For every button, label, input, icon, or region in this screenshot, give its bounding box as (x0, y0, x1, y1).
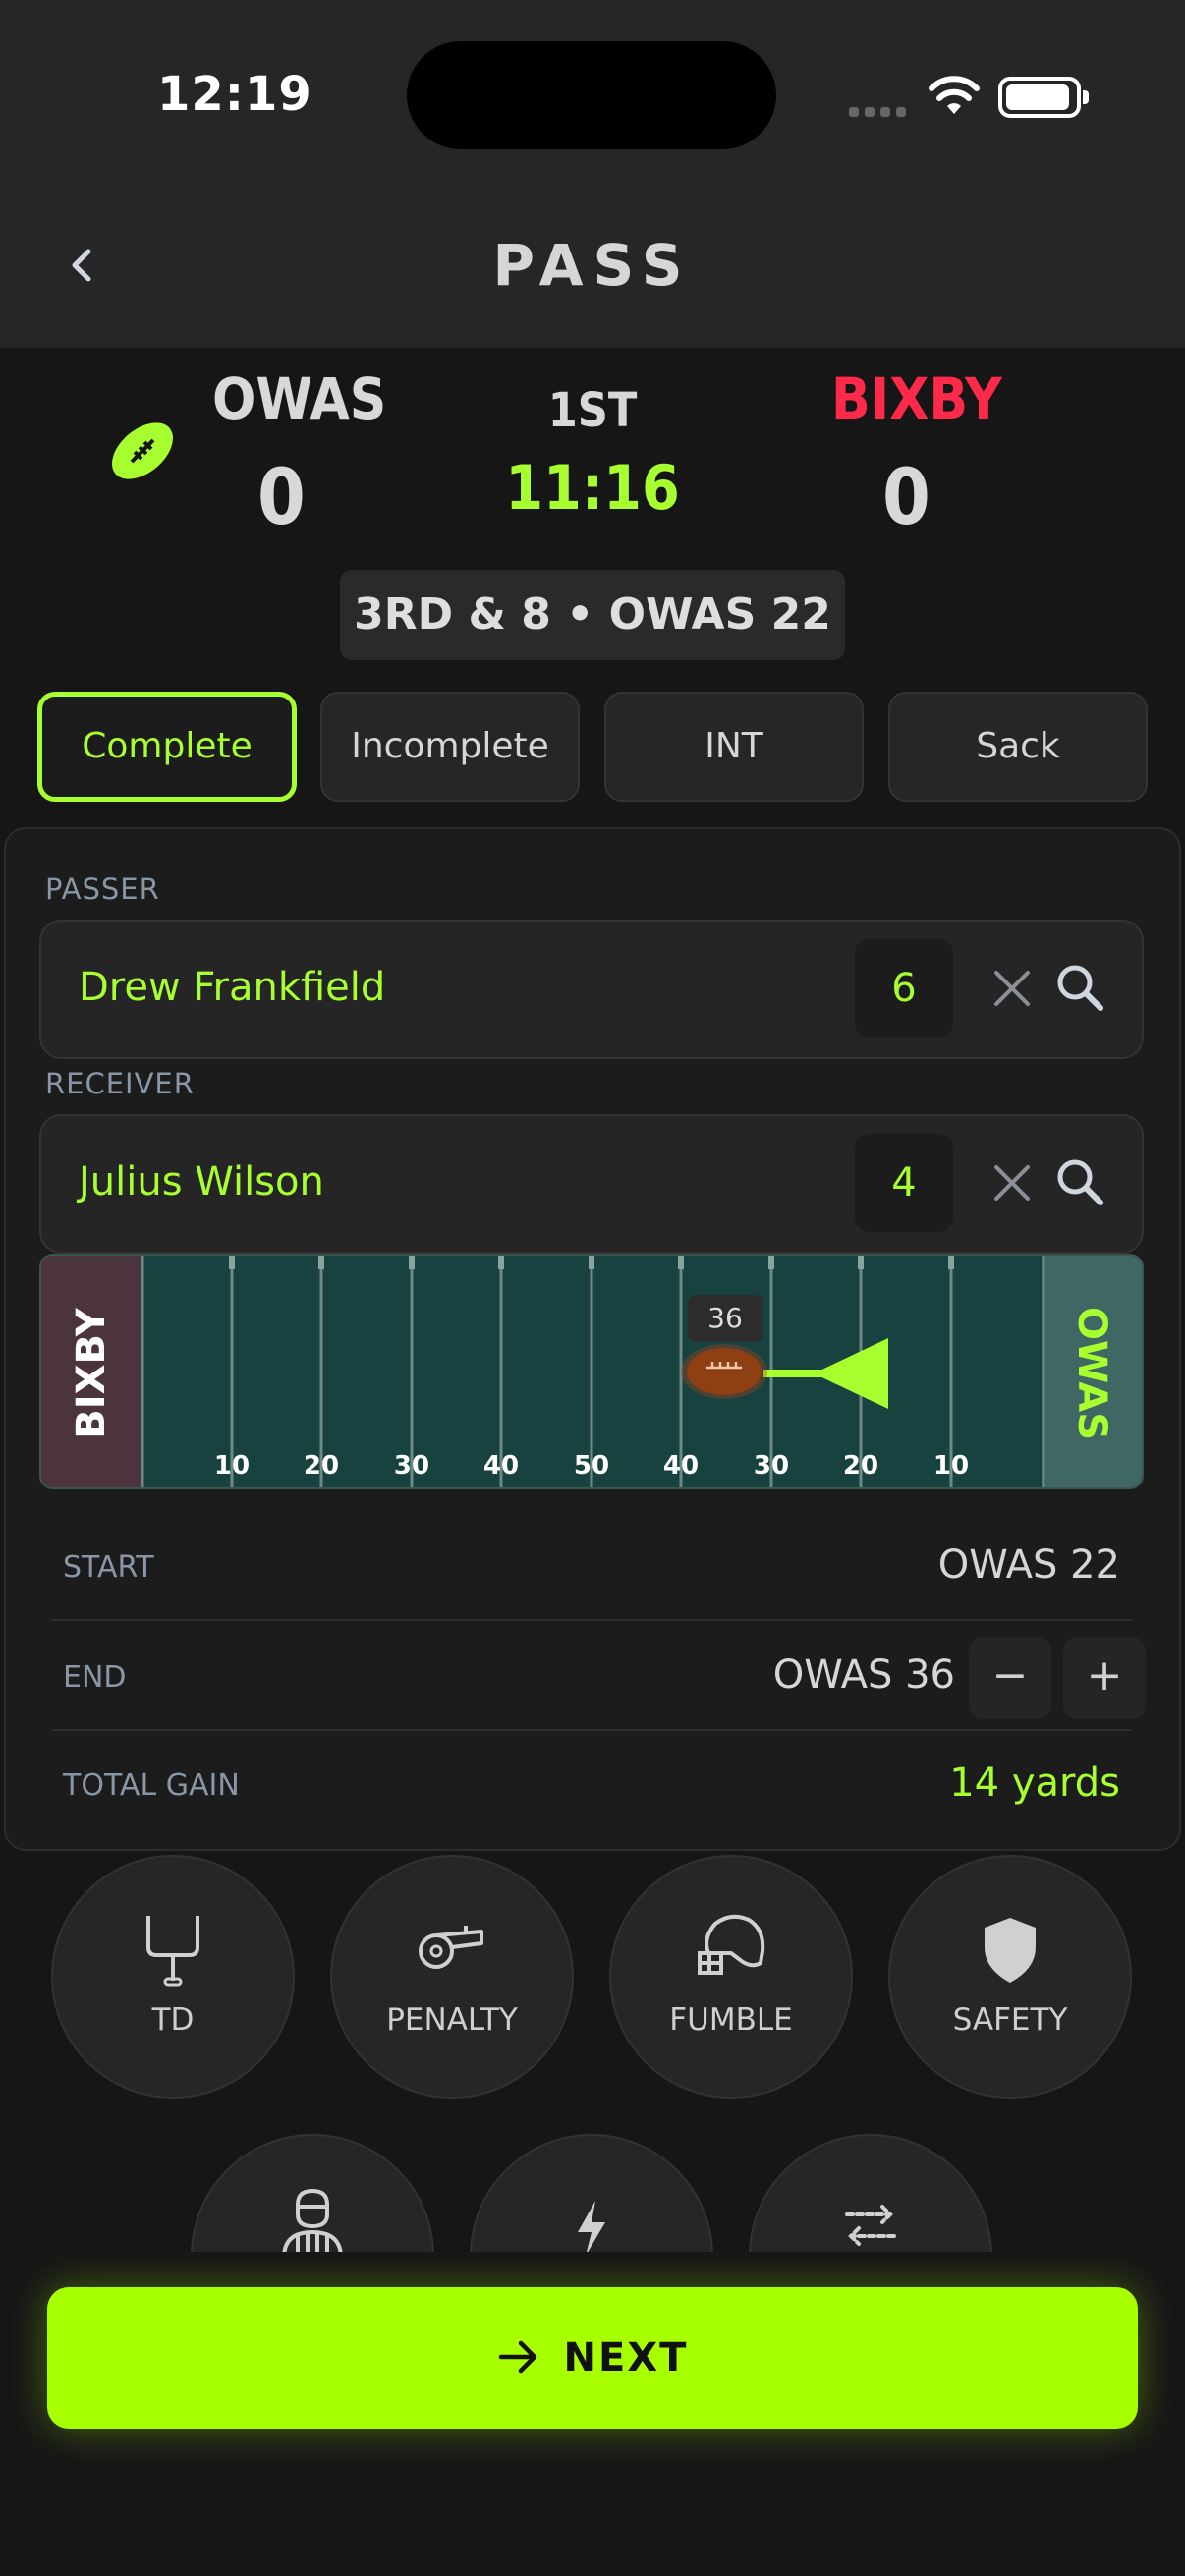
end-value: OWAS 36 (772, 1652, 955, 1698)
passer-number: 6 (855, 939, 953, 1037)
total-gain-label: TOTAL GAIN (63, 1768, 240, 1803)
whistle-icon (419, 1926, 483, 1969)
end-label: END (63, 1660, 127, 1695)
yard-label: 40 (483, 1451, 519, 1481)
ball-yard-marker: 36 (688, 1295, 762, 1342)
page-title: PASS (492, 232, 693, 299)
yard-label: 10 (214, 1451, 250, 1481)
wifi-icon (929, 76, 980, 114)
referee-icon (282, 2188, 343, 2258)
helmet-icon (698, 1914, 765, 1975)
game-clock: 11:16 (505, 452, 680, 524)
safety-button[interactable]: SAFETY (888, 1855, 1132, 2099)
yard-label: 20 (843, 1451, 878, 1481)
start-value: OWAS 22 (937, 1542, 1120, 1588)
divider (51, 1729, 1132, 1731)
swap-icon (845, 2205, 896, 2246)
yard-label: 10 (933, 1451, 969, 1481)
clear-passer-icon[interactable] (983, 959, 1042, 1018)
receiver-name: Julius Wilson (79, 1159, 324, 1204)
signal-icon (849, 102, 912, 121)
passer-field[interactable]: Drew Frankfield 6 (39, 920, 1144, 1059)
receiver-label: RECEIVER (45, 1067, 195, 1100)
away-team-name: BIXBY (831, 365, 1002, 432)
battery-icon (998, 77, 1089, 118)
yard-label: 50 (574, 1451, 609, 1481)
next-label: NEXT (563, 2335, 689, 2380)
next-button[interactable]: NEXT (47, 2287, 1138, 2429)
ball-position-icon (687, 1348, 762, 1395)
search-receiver-icon[interactable] (1049, 1151, 1112, 1214)
receiver-number: 4 (855, 1134, 953, 1232)
yard-field-slider[interactable]: BIXBY OWAS 10 20 30 40 50 40 30 20 10 36 (39, 1254, 1144, 1489)
tab-sack[interactable]: Sack (888, 692, 1148, 802)
fumble-label: FUMBLE (669, 2002, 793, 2038)
fumble-button[interactable]: FUMBLE (609, 1855, 853, 2099)
shield-icon (985, 1918, 1036, 1983)
tab-complete[interactable]: Complete (37, 692, 297, 802)
passer-name: Drew Frankfield (79, 965, 386, 1010)
away-team-score: 0 (882, 454, 931, 542)
penalty-label: PENALTY (386, 2002, 518, 2038)
lightning-icon (578, 2201, 605, 2256)
yard-label: 30 (754, 1451, 789, 1481)
start-marker-icon (814, 1338, 888, 1409)
penalty-button[interactable]: PENALTY (330, 1855, 574, 2099)
dynamic-island (407, 41, 776, 149)
td-button[interactable]: TD (51, 1855, 295, 2099)
td-label: TD (151, 2002, 195, 2038)
total-gain-value: 14 yards (949, 1761, 1120, 1806)
receiver-field[interactable]: Julius Wilson 4 (39, 1114, 1144, 1254)
goalpost-icon (146, 1916, 199, 1987)
decrement-button[interactable]: − (969, 1637, 1051, 1719)
start-label: START (63, 1550, 154, 1585)
increment-button[interactable]: + (1063, 1637, 1146, 1719)
yard-label: 30 (394, 1451, 429, 1481)
safety-label: SAFETY (952, 2002, 1068, 2038)
arrow-right-icon (498, 2340, 536, 2374)
yard-label: 40 (663, 1451, 699, 1481)
tab-int[interactable]: INT (604, 692, 864, 802)
search-passer-icon[interactable] (1049, 957, 1112, 1020)
game-period: 1ST (547, 383, 638, 438)
clear-receiver-icon[interactable] (983, 1153, 1042, 1212)
field-lines: 10 20 30 40 50 40 30 20 10 (141, 1256, 1045, 1487)
tab-incomplete[interactable]: Incomplete (320, 692, 580, 802)
passer-label: PASSER (45, 872, 160, 906)
yard-label: 20 (304, 1451, 339, 1481)
status-time: 12:19 (157, 67, 312, 122)
divider (51, 1619, 1132, 1621)
down-distance-badge: 3RD & 8 • OWAS 22 (340, 570, 845, 660)
navigation-bar: 12:19 PASS (0, 0, 1185, 348)
